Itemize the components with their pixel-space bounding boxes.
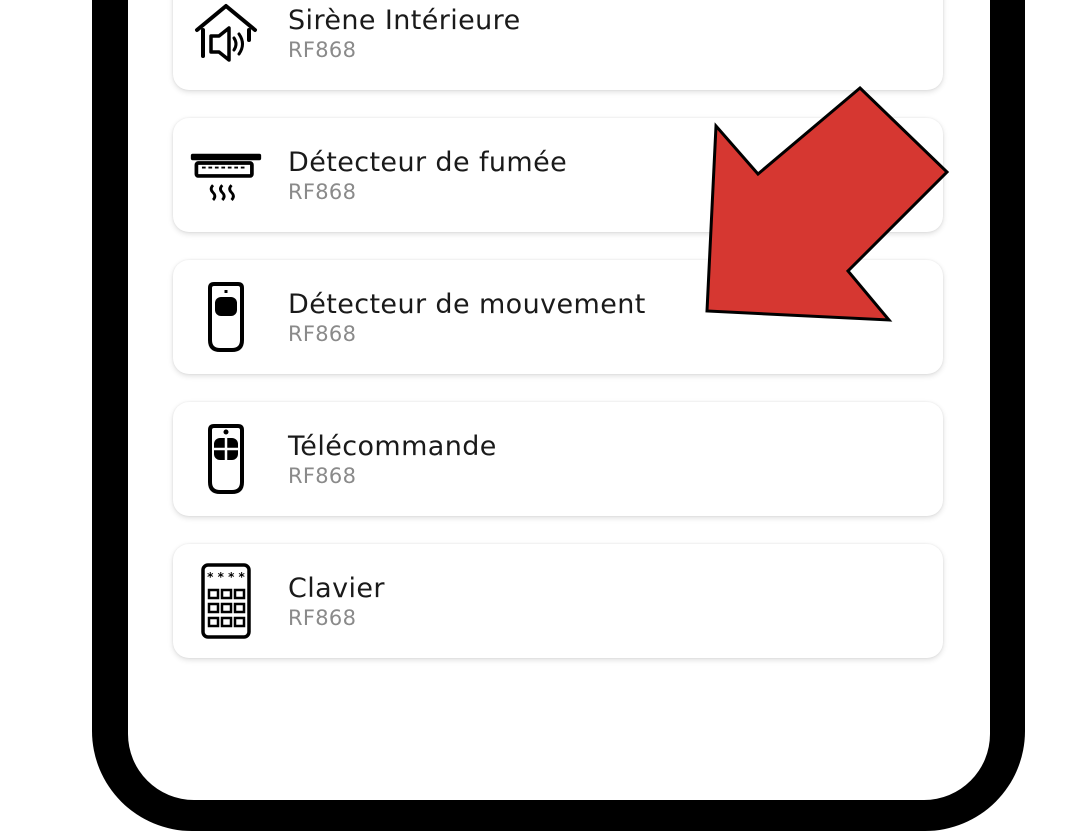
device-name: Télécommande (288, 431, 497, 462)
device-card-remote-control[interactable]: Télécommande RF868 (173, 402, 943, 516)
device-protocol: RF868 (288, 322, 357, 346)
device-text: Détecteur de mouvement RF868 (288, 289, 646, 347)
device-text: Clavier RF868 (288, 573, 385, 631)
device-card-motion-detector[interactable]: Détecteur de mouvement RF868 (173, 260, 943, 374)
device-name: Sirène Intérieure (288, 5, 521, 36)
svg-text:* * * *: * * * * (207, 570, 245, 584)
keypad-icon: * * * * (189, 563, 263, 639)
device-card-smoke-detector[interactable]: Détecteur de fumée RF868 (173, 118, 943, 232)
remote-control-icon (189, 422, 263, 496)
device-protocol: RF868 (288, 180, 357, 204)
device-text: Sirène Intérieure RF868 (288, 5, 521, 63)
device-card-keypad[interactable]: * * * * Clavier RF868 (173, 544, 943, 658)
device-text: Détecteur de fumée RF868 (288, 147, 567, 205)
stage: Sirène Intérieure RF868 Détecteur de fum… (0, 0, 1080, 831)
device-name: Détecteur de mouvement (288, 289, 646, 320)
device-text: Télécommande RF868 (288, 431, 497, 489)
device-protocol: RF868 (288, 606, 357, 630)
device-protocol: RF868 (288, 38, 357, 62)
siren-icon (189, 0, 263, 70)
phone-screen: Sirène Intérieure RF868 Détecteur de fum… (128, 0, 990, 800)
device-name: Détecteur de fumée (288, 147, 568, 178)
motion-detector-icon (189, 280, 263, 354)
device-card-siren[interactable]: Sirène Intérieure RF868 (173, 0, 943, 90)
device-name: Clavier (288, 573, 385, 604)
smoke-detector-icon (189, 138, 263, 212)
device-protocol: RF868 (288, 464, 357, 488)
